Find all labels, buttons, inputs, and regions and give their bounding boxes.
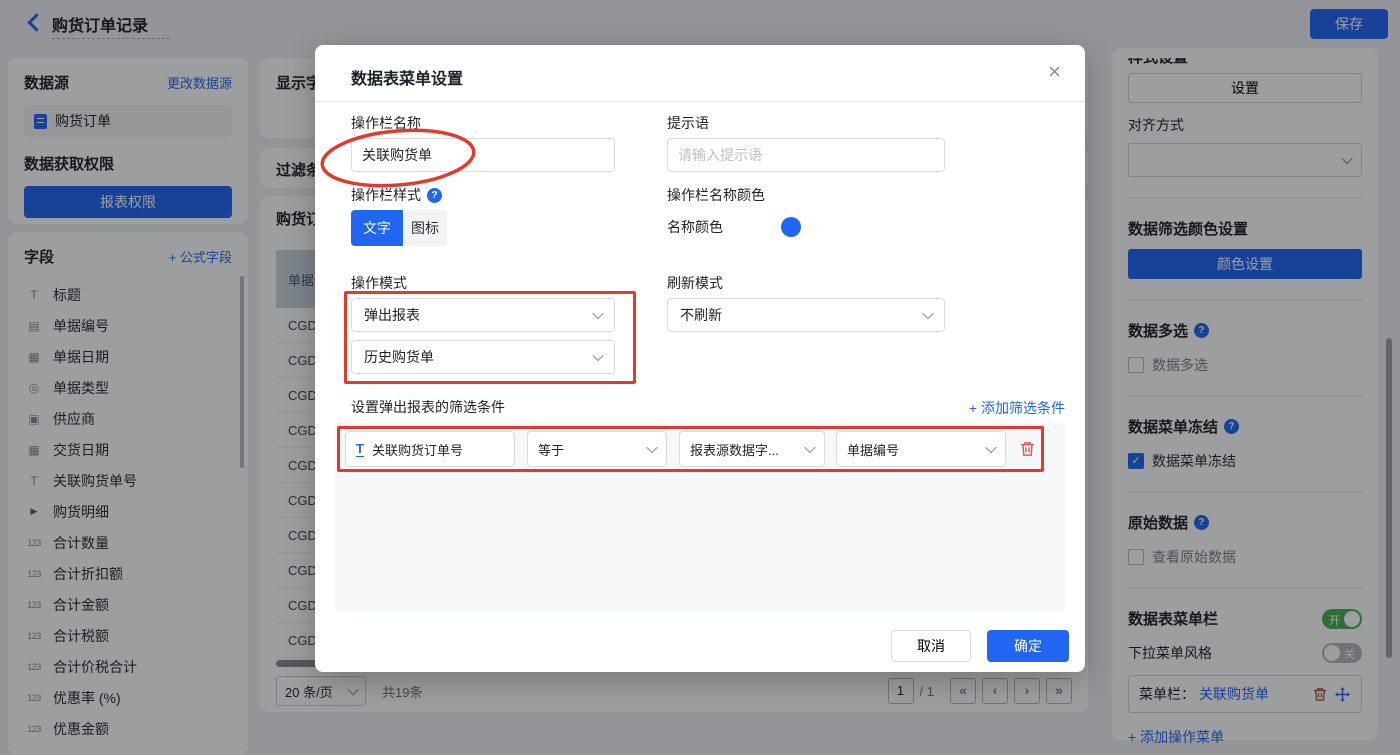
chevron-down-icon (592, 350, 603, 361)
action-style-label: 操作栏样式? (351, 185, 442, 205)
filter-conditions-panel: T 关联购货订单号 等于 报表源数据字... 单据编号 (335, 423, 1065, 611)
confirm-button[interactable]: 确定 (987, 630, 1069, 662)
name-color-text: 名称颜色 (667, 217, 723, 237)
action-name-label: 操作栏名称 (351, 113, 421, 133)
tip-label: 提示语 (667, 113, 709, 133)
filter-operator-select[interactable]: 等于 (527, 431, 667, 467)
name-color-row: 名称颜色 (667, 217, 801, 237)
style-segmented-control: 文字 图标 (351, 210, 447, 246)
close-icon[interactable]: × (1048, 61, 1061, 83)
delete-filter-icon[interactable] (1018, 440, 1036, 458)
filter-source-select[interactable]: 报表源数据字... (679, 431, 825, 467)
filter-operator-value: 等于 (538, 440, 564, 459)
action-name-input[interactable] (351, 138, 615, 172)
refresh-mode-select[interactable]: 不刷新 (667, 298, 945, 332)
operation-mode-label: 操作模式 (351, 273, 407, 293)
cancel-button[interactable]: 取消 (891, 630, 971, 662)
filter-value-value: 单据编号 (847, 440, 899, 459)
modal-title: 数据表菜单设置 (351, 65, 463, 89)
filter-field-value: 关联购货订单号 (372, 440, 463, 459)
filter-source-value: 报表源数据字... (690, 440, 779, 459)
popup-report-select[interactable]: 历史购货单 (351, 340, 615, 374)
help-icon[interactable]: ? (427, 188, 442, 203)
name-color-label: 操作栏名称颜色 (667, 185, 765, 205)
chevron-down-icon (922, 308, 933, 319)
filter-section-label: 设置弹出报表的筛选条件 (351, 397, 505, 417)
text-type-icon: T (356, 442, 364, 457)
add-filter-link[interactable]: + 添加筛选条件 (969, 398, 1065, 418)
style-icon-tab[interactable]: 图标 (403, 210, 447, 246)
operation-mode-value: 弹出报表 (364, 305, 420, 325)
chevron-down-icon (592, 308, 603, 319)
refresh-mode-label: 刷新模式 (667, 273, 723, 293)
popup-report-value: 历史购货单 (364, 347, 434, 367)
operation-mode-select[interactable]: 弹出报表 (351, 298, 615, 332)
color-picker-dot[interactable] (781, 217, 801, 237)
refresh-mode-value: 不刷新 (680, 305, 722, 325)
style-text-tab[interactable]: 文字 (351, 210, 403, 246)
tip-input[interactable] (667, 138, 945, 172)
table-menu-settings-modal: 数据表菜单设置 × 操作栏名称 提示语 操作栏样式? 操作栏名称颜色 文字 图标… (315, 45, 1085, 672)
app-root: 购货订单记录 保存 数据源 更改数据源 购货订单 数据获取权限 报表权限 字段 … (0, 0, 1400, 755)
chevron-down-icon (646, 442, 657, 453)
filter-value-select[interactable]: 单据编号 (836, 431, 1006, 467)
filter-field-box[interactable]: T 关联购货订单号 (345, 431, 515, 467)
chevron-down-icon (804, 442, 815, 453)
chevron-down-icon (985, 442, 996, 453)
modal-header-divider (315, 101, 1085, 102)
